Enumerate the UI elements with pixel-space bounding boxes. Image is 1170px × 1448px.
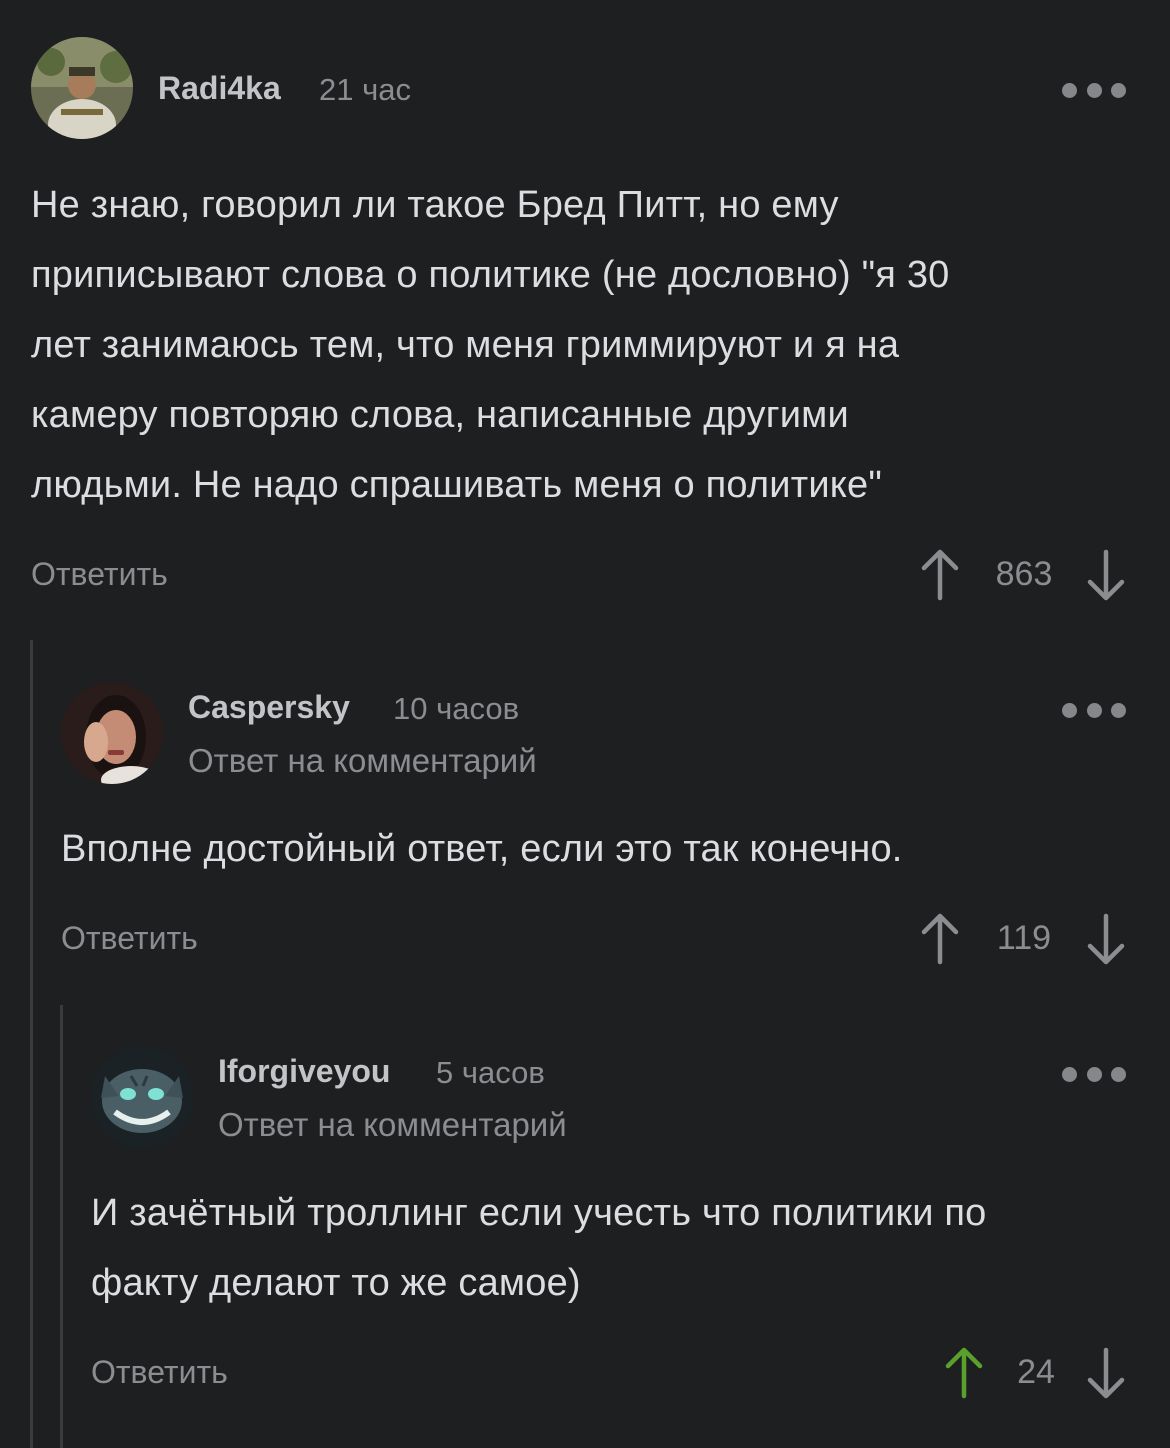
comment-text-line: людьми. Не надо спрашивать меня о полити… bbox=[31, 464, 883, 506]
avatar[interactable] bbox=[31, 37, 133, 139]
more-options-icon[interactable] bbox=[1062, 80, 1126, 100]
upvote-icon[interactable] bbox=[942, 1346, 986, 1400]
downvote-icon[interactable] bbox=[1084, 912, 1128, 966]
username[interactable]: Iforgiveyou bbox=[218, 1053, 390, 1090]
user-avatar-woman-icon bbox=[61, 682, 163, 784]
user-avatar-cheshire-cat-icon bbox=[91, 1046, 193, 1148]
more-options-icon[interactable] bbox=[1062, 1064, 1126, 1084]
comment-text-line: Не знаю, говорил ли такое Бред Питт, но … bbox=[31, 184, 839, 226]
more-options-icon[interactable] bbox=[1062, 700, 1126, 720]
comment-text: Не знаю, говорил ли такое Бред Питт, но … bbox=[31, 170, 1141, 520]
username[interactable]: Radi4ka bbox=[158, 70, 281, 107]
reply-to-comment-link[interactable]: Ответ на комментарий bbox=[188, 742, 537, 780]
comment-text-line: факту делают то же самое) bbox=[91, 1262, 581, 1304]
user-avatar-man-in-uniform-icon bbox=[31, 37, 133, 139]
score: 24 bbox=[1017, 1353, 1055, 1391]
comment-text-line: камеру повторяю слова, написанные другим… bbox=[31, 394, 849, 436]
downvote-icon[interactable] bbox=[1084, 1346, 1128, 1400]
upvote-icon[interactable] bbox=[918, 548, 962, 602]
reply-button[interactable]: Ответить bbox=[61, 920, 198, 957]
comment-time: 10 часов bbox=[393, 691, 520, 726]
username[interactable]: Caspersky bbox=[188, 689, 350, 726]
score: 863 bbox=[995, 555, 1053, 593]
thread-line-level-1 bbox=[30, 640, 33, 1448]
upvote-icon[interactable] bbox=[918, 912, 962, 966]
comment-text-line: лет занимаюсь тем, что меня гриммируют и… bbox=[31, 324, 900, 366]
comment-time: 5 часов bbox=[436, 1055, 545, 1090]
comment-text: Вполне достойный ответ, если это так кон… bbox=[61, 814, 1141, 884]
reply-button[interactable]: Ответить bbox=[91, 1354, 228, 1391]
thread-line-level-2 bbox=[60, 1005, 63, 1448]
comment-text: И зачётный троллинг если учесть что поли… bbox=[91, 1178, 1141, 1318]
reply-button[interactable]: Ответить bbox=[31, 556, 168, 593]
comment-time: 21 час bbox=[319, 72, 411, 107]
downvote-icon[interactable] bbox=[1084, 548, 1128, 602]
avatar[interactable] bbox=[61, 682, 163, 784]
comment-text-line: И зачётный троллинг если учесть что поли… bbox=[91, 1192, 987, 1234]
score: 119 bbox=[996, 919, 1052, 957]
comment-text-line: приписывают слова о политике (не дословн… bbox=[31, 254, 950, 296]
comment-text-line: Вполне достойный ответ, если это так кон… bbox=[61, 828, 903, 870]
reply-to-comment-link[interactable]: Ответ на комментарий bbox=[218, 1106, 567, 1144]
avatar[interactable] bbox=[91, 1046, 193, 1148]
